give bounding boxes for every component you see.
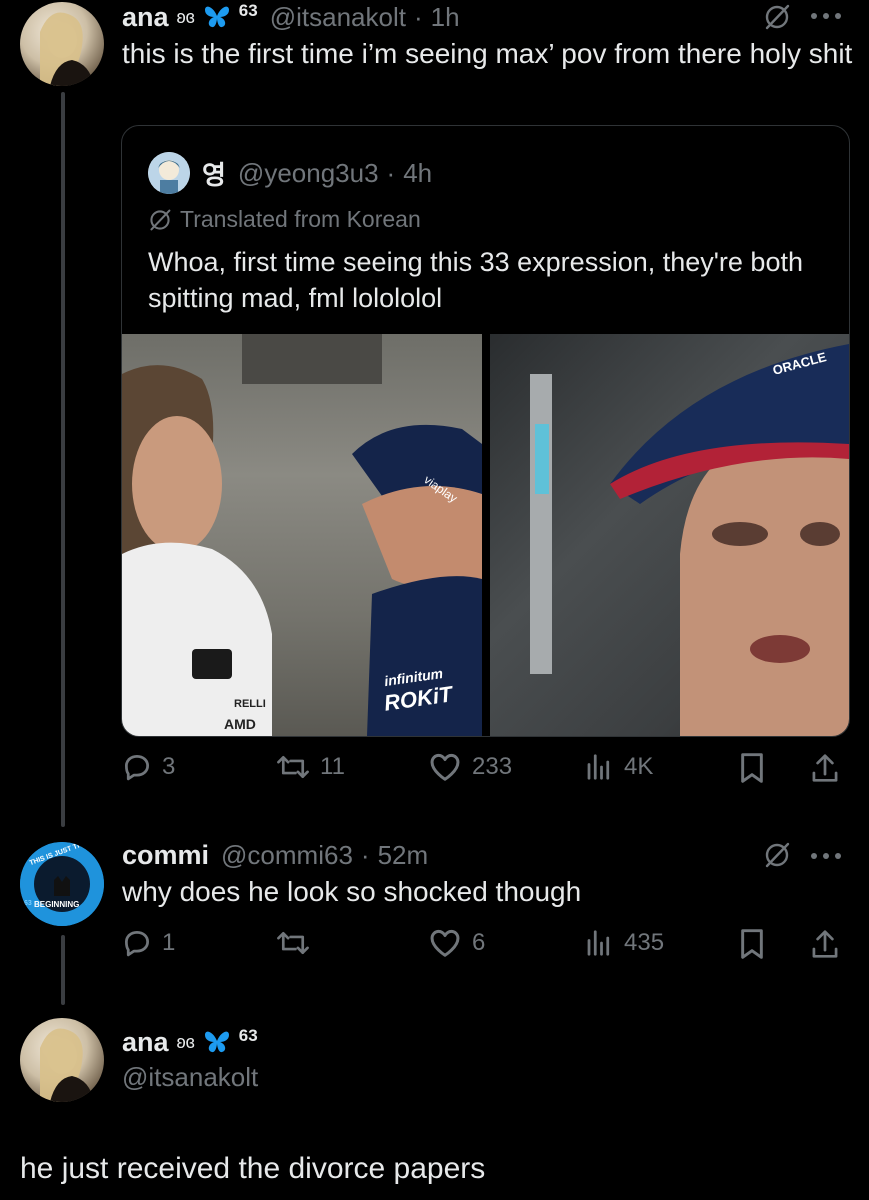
- author-handle[interactable]: @itsanakolt: [122, 1062, 258, 1093]
- like-count: 6: [472, 929, 486, 956]
- avatar-commi[interactable]: THIS IS JUST THE BEGINNING 63: [20, 842, 104, 926]
- author-name[interactable]: ana: [122, 1027, 169, 1058]
- views-count: 4K: [624, 753, 654, 780]
- views-button[interactable]: 4K: [584, 752, 653, 782]
- more-options-icon[interactable]: [806, 6, 846, 26]
- repost-button[interactable]: [276, 928, 310, 958]
- bow-emoji: ʚɞ: [176, 6, 195, 27]
- author-name[interactable]: commi: [122, 840, 209, 871]
- share-icon: [812, 930, 838, 958]
- avatar-commi-number: 63: [24, 900, 32, 907]
- views-icon: [587, 754, 610, 780]
- reply-count: 1: [162, 929, 176, 956]
- tweet3-name-row: ana ʚɞ 63: [122, 1025, 258, 1059]
- author-name[interactable]: ana: [122, 2, 169, 33]
- grok-icon[interactable]: [762, 840, 792, 870]
- photo-right-illustration: [530, 344, 849, 736]
- share-button[interactable]: [810, 752, 840, 784]
- tweet2-header: commi @commi63 · 52m: [122, 838, 428, 872]
- repost-icon: [277, 931, 309, 955]
- pirelli-logo: RELLI: [234, 698, 266, 710]
- avatar-ana-main[interactable]: [20, 1018, 104, 1102]
- repost-count: 11: [320, 753, 345, 780]
- share-icon: [812, 754, 838, 782]
- bookmark-icon: [741, 753, 763, 783]
- bow-emoji: ʚɞ: [176, 1031, 195, 1052]
- reply-icon: [125, 931, 149, 957]
- bookmark-icon: [741, 929, 763, 959]
- avatar-commi-bottom-text: BEGINNING: [34, 900, 80, 909]
- more-options-icon[interactable]: [806, 846, 846, 866]
- avatar-yeong[interactable]: [148, 152, 190, 194]
- heart-icon: [430, 929, 460, 957]
- grok-translate-icon: [148, 208, 172, 232]
- translated-notice[interactable]: Translated from Korean: [148, 206, 421, 233]
- quote-author-handle[interactable]: @yeong3u3: [238, 158, 379, 189]
- amd-logo: AMD: [224, 716, 256, 732]
- like-button[interactable]: 233: [428, 752, 512, 782]
- share-button[interactable]: [810, 928, 840, 960]
- like-count: 233: [472, 753, 513, 780]
- photo-right[interactable]: ORACLE: [490, 334, 849, 736]
- tweet1-text: this is the first time i’m seeing max’ p…: [122, 38, 853, 69]
- reply-count: 3: [162, 753, 176, 780]
- badge-number: 63: [238, 1, 258, 20]
- bookmark-button[interactable]: [738, 928, 766, 960]
- butterfly-icon: [203, 1029, 231, 1055]
- avatar-ana[interactable]: [20, 2, 104, 86]
- tweet2-text: why does he look so shocked though: [122, 876, 582, 907]
- thread-line-2: [61, 935, 65, 1005]
- separator-dot: ·: [360, 839, 370, 870]
- quote-author-name[interactable]: 영: [202, 155, 226, 192]
- quote-header: 영 @yeong3u3 · 4h: [202, 156, 432, 190]
- tweet3-text: he just received the divorce papers: [20, 1152, 486, 1185]
- avatar-ana-main-photo: [40, 1028, 94, 1102]
- separator-dot: ·: [413, 1, 423, 32]
- badge-number: 63: [238, 1026, 258, 1045]
- tweet-time[interactable]: 52m: [378, 840, 429, 871]
- thread-line-1: [61, 92, 65, 827]
- reply-button[interactable]: 3: [122, 752, 175, 782]
- translated-label: Translated from Korean: [180, 206, 421, 232]
- quote-time[interactable]: 4h: [403, 158, 432, 189]
- grok-icon[interactable]: [762, 2, 792, 32]
- author-handle[interactable]: @itsanakolt: [270, 2, 406, 33]
- repost-button[interactable]: 11: [276, 752, 345, 782]
- quoted-tweet[interactable]: 영 @yeong3u3 · 4h Translated from Korean …: [121, 125, 850, 737]
- reply-button[interactable]: 1: [122, 928, 175, 958]
- butterfly-icon: [203, 4, 231, 30]
- heart-icon: [430, 753, 460, 781]
- photo-left[interactable]: ROKiT infinitum viaplay AMD RELLI: [122, 334, 482, 736]
- quote-separator-dot: ·: [386, 157, 396, 188]
- like-button[interactable]: 6: [428, 928, 485, 958]
- avatar-yeong-photo: [148, 152, 190, 194]
- author-handle[interactable]: @commi63: [221, 840, 353, 871]
- views-icon: [587, 930, 610, 956]
- repost-icon: [277, 755, 309, 779]
- tweet-time[interactable]: 1h: [431, 2, 460, 33]
- quote-text: Whoa, first time seeing this 33 expressi…: [148, 247, 803, 313]
- views-button[interactable]: 435: [584, 928, 664, 958]
- views-count: 435: [624, 929, 665, 956]
- reply-icon: [125, 755, 149, 781]
- avatar-ana-photo: [40, 12, 94, 86]
- tweet1-header: ana ʚɞ 63 @itsanakolt · 1h: [122, 0, 460, 34]
- bookmark-button[interactable]: [738, 752, 766, 784]
